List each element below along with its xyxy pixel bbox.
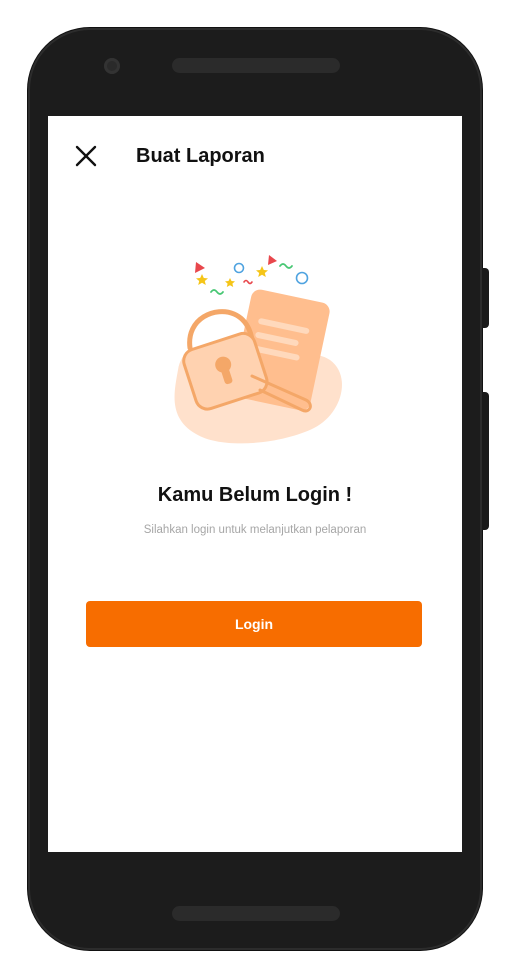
- confetti-star: [225, 278, 235, 287]
- close-icon: [75, 145, 97, 167]
- confetti-squiggle: [243, 279, 253, 285]
- app-header: Buat Laporan: [48, 136, 462, 176]
- confetti-triangle: [195, 262, 205, 273]
- page-title: Buat Laporan: [136, 145, 265, 167]
- bottom-speaker: [172, 906, 340, 921]
- power-button: [482, 392, 489, 530]
- volume-button: [482, 268, 489, 328]
- close-button[interactable]: [72, 142, 100, 170]
- confetti-star: [196, 274, 208, 285]
- login-button[interactable]: Login: [86, 601, 422, 647]
- lock-document-illustration-icon: [174, 255, 342, 444]
- confetti-squiggle: [210, 289, 224, 295]
- confetti-triangle: [268, 255, 277, 265]
- app-screen: Buat Laporan Kamu Belum Login ! Silahkan…: [48, 116, 462, 852]
- confetti-circle: [295, 271, 309, 285]
- confetti-squiggle: [279, 263, 293, 269]
- login-required-description: Silahkan login untuk melanjutkan pelapor…: [143, 524, 367, 536]
- confetti-circle: [233, 262, 245, 274]
- login-required-title: Kamu Belum Login !: [157, 484, 353, 506]
- login-illustration: [156, 252, 356, 452]
- device-mockup: Buat Laporan Kamu Belum Login ! Silahkan…: [0, 0, 512, 978]
- top-speaker: [172, 58, 340, 73]
- confetti-star: [256, 266, 268, 277]
- front-camera: [104, 58, 120, 74]
